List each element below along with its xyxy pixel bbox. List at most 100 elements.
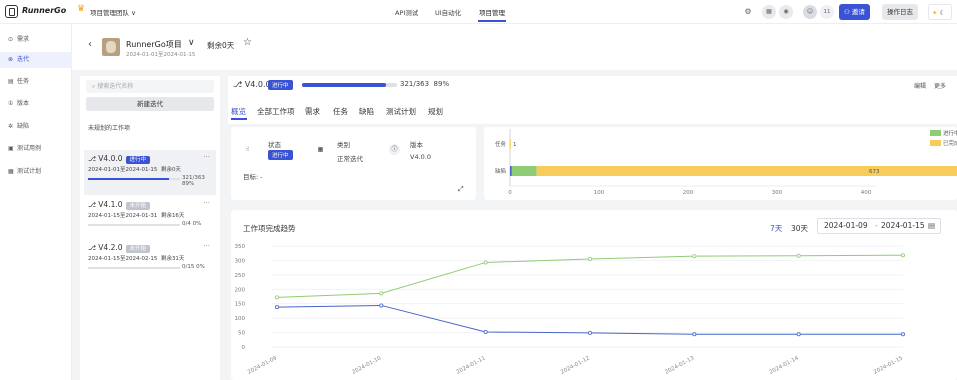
more-icon[interactable]: ··· [203,242,210,250]
data-point [901,332,906,337]
settings-icon[interactable]: ⚙ [741,5,755,19]
sidebar: ⊙ 需求 ⊗ 迭代 ▤ 任务 ① 版本 ✲ 缺陷 ▣ 测试用例 ▦ 测试计划 [0,24,72,380]
x-tick-label: 400 [861,190,872,196]
team-selector[interactable]: 项目管理团队 ∨ [90,7,136,17]
data-point [379,303,384,308]
task-icon: ▤ [8,78,14,85]
data-point [587,330,592,335]
sidebar-item-requirement[interactable]: ⊙ 需求 [0,32,72,48]
remaining-days: 剩余0天 [207,41,235,50]
edit-button[interactable]: 编辑 [914,81,926,90]
progress-fill [88,178,169,180]
iteration-progress-bar [88,224,180,226]
tab-bug[interactable]: 缺陷 [359,106,374,117]
data-point [901,253,906,258]
x-tick-label: 2024-01-10 [351,355,382,376]
iteration-dates: 2024-01-15至2024-02-15 剩余31天 [88,256,185,262]
branch-icon: ⎇ [233,80,245,89]
iteration-dates: 2024-01-01至2024-01-15 剩余0天 [88,167,181,173]
data-point [796,253,801,258]
member-count-badge: 11 [820,5,834,19]
category-label: 任务 [495,140,507,148]
unplanned-items-link[interactable]: 未规划的工作项 [88,123,130,132]
nav-api-test[interactable]: API测试 [395,7,418,17]
sidebar-item-label: 缺陷 [17,123,30,130]
avatar-small[interactable]: ◉ [779,5,793,19]
type-label: 类别 [337,141,350,149]
sidebar-item-bug[interactable]: ✲ 缺陷 [0,119,72,135]
tab-overview[interactable]: 概览 [231,106,246,117]
iteration-stat: 0/4 0% [182,221,202,227]
back-arrow-icon[interactable]: ‹ [88,39,92,50]
trend-line-chart: 0 50 100 150 200 250 300 350 2024-01-09 2024-01-1… [235,244,906,376]
avatar[interactable]: ☺ [803,5,817,19]
status-badge: 未开始 [125,202,151,210]
category-icon: ▦ [317,146,324,153]
y-tick-label: 300 [235,258,246,264]
expand-icon[interactable]: ⤢ [458,185,464,194]
iteration-name: V4.1.0 [98,200,123,209]
data-point [275,295,280,300]
data-point [275,305,280,310]
x-tick-label: 2024-01-09 [247,355,278,376]
star-icon[interactable]: ☆ [243,37,252,48]
sidebar-item-iteration[interactable]: ⊗ 迭代 [0,52,72,68]
ops-log-button[interactable]: 操作日志 [882,4,918,20]
legend-label: 已完成 [943,139,957,147]
grid-icon[interactable]: ▦ [762,5,776,19]
sidebar-item-testplan[interactable]: ▦ 测试计划 [0,164,72,180]
project-date: 2024-01-01至2024-01-15 [126,52,196,58]
tab-requirement[interactable]: 需求 [305,106,320,117]
iteration-progress-bar [88,267,180,269]
more-icon[interactable]: ··· [203,199,210,207]
requirement-icon: ⊙ [8,36,14,43]
invite-button[interactable]: ⚇ 邀请 [839,4,870,20]
more-icon[interactable]: ··· [203,153,210,161]
tab-all-items[interactable]: 全部工作项 [257,106,295,117]
data-point [483,260,488,265]
iteration-card[interactable]: ⎇ V4.2.0 未开始 ··· 2024-01-15至2024-02-15 剩余… [84,239,216,284]
series-line [276,254,904,298]
sidebar-item-task[interactable]: ▤ 任务 [0,74,72,90]
nav-project-management[interactable]: 项目管理 [479,7,505,17]
iteration-search-input[interactable]: ⌕ 搜索迭代名称 [86,80,214,93]
sidebar-item-version[interactable]: ① 版本 [0,96,72,112]
range-30-days-button[interactable]: 30天 [791,223,808,234]
iteration-card[interactable]: ⎇ V4.0.0 进行中 ··· 2024-01-01至2024-01-15 剩余… [84,150,216,195]
bar-segment [510,166,512,176]
x-tick-label: 2024-01-11 [456,355,487,375]
testcase-icon: ▣ [8,145,14,152]
branch-icon: ⎇ [88,244,99,252]
bar-segment [536,166,957,176]
iteration-icon: ⊗ [8,56,14,63]
y-tick-label: 0 [242,345,246,351]
new-iteration-button[interactable]: 新建迭代 [86,97,214,111]
nav-ui-automation[interactable]: UI自动化 [435,7,461,17]
bug-icon: ✲ [8,123,14,130]
trend-title: 工作项完成趋势 [243,224,296,233]
chevron-down-icon[interactable]: ∨ [188,38,195,48]
iteration-name: V4.2.0 [98,243,123,252]
tab-task[interactable]: 任务 [333,106,348,117]
theme-toggle[interactable]: ✦ ☾ [928,4,952,20]
runnergo-logo-icon [5,5,18,18]
goal-text: 目标: - [243,173,263,181]
iteration-card[interactable]: ⎇ V4.1.0 未开始 ··· 2024-01-15至2024-01-31 剩余… [84,196,216,241]
date-range-picker[interactable]: 2024-01-09 - 2024-01-15 ▤ [817,218,941,234]
invite-label: 邀请 [851,8,865,16]
version-label: 版本 [410,141,423,149]
tab-test-plan[interactable]: 测试计划 [386,106,416,117]
sidebar-item-label: 任务 [17,78,30,85]
iteration-info-card [231,127,476,200]
status-badge: 进行中 [268,80,293,90]
range-7-days-button[interactable]: 7天 [770,223,782,234]
iteration-stat: 321/363 89% [400,80,450,88]
search-placeholder: 搜索迭代名称 [97,83,134,90]
project-avatar [102,38,120,56]
tab-planning[interactable]: 规划 [428,106,443,117]
date-end: 2024-01-15 [881,221,925,230]
tab-active-underline [231,118,247,120]
more-button[interactable]: 更多 [934,81,946,90]
data-label: 673 [869,169,880,175]
sidebar-item-testcase[interactable]: ▣ 测试用例 [0,141,72,157]
